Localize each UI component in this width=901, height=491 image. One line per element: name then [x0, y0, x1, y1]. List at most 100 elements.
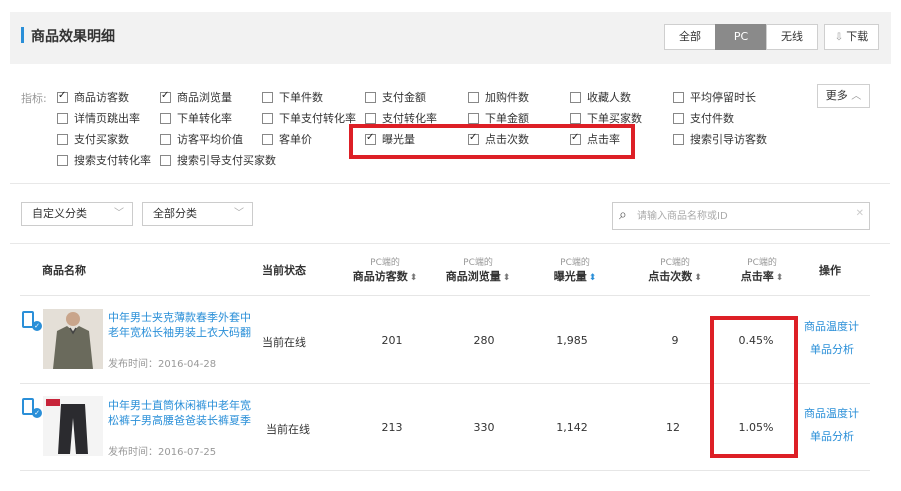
segment-wireless[interactable]: 无线	[766, 24, 818, 50]
row-divider	[20, 470, 870, 471]
publish-date: 发布时间：2016-07-25	[108, 447, 217, 458]
download-button[interactable]: ⇩ 下载	[824, 24, 879, 50]
checkbox-icon[interactable]	[262, 134, 273, 145]
sort-icon[interactable]: ⬍	[776, 273, 784, 283]
more-label: 更多	[825, 89, 848, 102]
checkbox-icon[interactable]	[160, 113, 171, 124]
page-header: 商品效果明细 全部 PC 无线 ⇩ 下载	[10, 12, 891, 64]
chevron-up-icon: ︿	[851, 91, 862, 102]
single-analysis-link[interactable]: 单品分析	[810, 428, 854, 444]
metric-checkbox[interactable]: 下单转化率	[160, 112, 232, 126]
checkbox-icon[interactable]	[262, 113, 273, 124]
segment-all[interactable]: 全部	[664, 24, 716, 50]
product-name-link[interactable]: 中年男士夹克薄款春季外套中老年宽松长袖男装上衣大码翻领爸	[108, 310, 256, 340]
product-thumbnail[interactable]	[43, 309, 103, 369]
status-cell: 当前在线	[266, 423, 310, 436]
metric-checkbox[interactable]: 访客平均价值	[160, 133, 243, 147]
highlight-box-metrics	[349, 124, 635, 159]
custom-category-dropdown[interactable]: 自定义分类 ﹀	[21, 202, 133, 226]
exposure-cell: 1,142	[556, 421, 588, 434]
checkbox-icon[interactable]	[468, 113, 479, 124]
segment-pc[interactable]: PC	[715, 24, 767, 50]
checkbox-icon[interactable]	[57, 113, 68, 124]
thermometer-link[interactable]: 商品温度计	[804, 405, 859, 421]
views-cell: 280	[473, 334, 495, 347]
metric-checkbox[interactable]: 收藏人数	[570, 91, 631, 105]
sort-icon[interactable]: ⬍	[589, 273, 597, 283]
download-icon: ⇩	[834, 32, 844, 43]
clicks-cell: 9	[671, 334, 679, 347]
checkbox-icon[interactable]	[468, 92, 479, 103]
row-divider	[20, 295, 870, 296]
checkbox-icon[interactable]	[160, 89, 171, 103]
product-search[interactable]: ⌕ ✕	[612, 202, 870, 230]
checkbox-icon[interactable]	[673, 92, 684, 103]
metric-checkbox[interactable]: 详情页跳出率	[57, 112, 140, 126]
column-header-views[interactable]: PC端的 商品浏览量 ⬍	[433, 255, 523, 284]
checkbox-icon[interactable]	[365, 92, 376, 103]
column-header-exposure[interactable]: PC端的 曝光量 ⬍	[530, 255, 620, 284]
search-icon: ⌕	[619, 207, 627, 223]
column-header-ctr[interactable]: PC端的 点击率 ⬍	[722, 255, 802, 284]
more-indicators-button[interactable]: 更多 ︿	[817, 84, 870, 108]
metric-checkbox[interactable]: 搜索支付转化率	[57, 154, 151, 168]
metric-checkbox[interactable]: 支付金额	[365, 91, 426, 105]
metric-checkbox[interactable]: 客单价	[262, 133, 312, 147]
page-title: 商品效果明细	[31, 29, 115, 45]
checkbox-icon[interactable]	[365, 113, 376, 124]
metric-checkbox[interactable]: 支付件数	[673, 112, 734, 126]
metric-checkbox[interactable]: 搜索引导访客数	[673, 133, 767, 147]
sort-icon[interactable]: ⬍	[503, 273, 511, 283]
chevron-down-icon: ﹀	[234, 208, 244, 219]
highlight-box-ctr	[710, 316, 798, 458]
product-name-link[interactable]: 中年男士直筒休闲裤中老年宽松裤子男高腰爸爸装长裤夏季男裤	[108, 398, 256, 428]
pc-device-icon: ✓	[22, 311, 42, 331]
pc-device-icon: ✓	[22, 398, 42, 418]
section-divider	[10, 183, 890, 184]
trousers-image	[43, 396, 103, 456]
metric-checkbox[interactable]: 下单件数	[262, 91, 323, 105]
column-header-actions: 操作	[819, 264, 841, 277]
search-input[interactable]	[637, 206, 857, 226]
sort-icon[interactable]: ⬍	[694, 273, 702, 283]
visitors-cell: 201	[381, 334, 403, 347]
clicks-cell: 12	[666, 421, 680, 434]
all-category-label: 全部分类	[153, 207, 197, 220]
metric-checkbox[interactable]: 平均停留时长	[673, 91, 756, 105]
exposure-cell: 1,985	[556, 334, 588, 347]
checkbox-icon[interactable]	[160, 134, 171, 145]
metric-checkbox[interactable]: 商品浏览量	[160, 89, 232, 105]
thermometer-link[interactable]: 商品温度计	[804, 318, 859, 334]
sort-icon[interactable]: ⬍	[410, 273, 418, 283]
single-analysis-link[interactable]: 单品分析	[810, 341, 854, 357]
checkbox-icon[interactable]	[673, 113, 684, 124]
checkbox-icon[interactable]	[262, 92, 273, 103]
checkbox-icon[interactable]	[570, 92, 581, 103]
column-header-status: 当前状态	[262, 264, 306, 277]
column-header-clicks[interactable]: PC端的 点击次数 ⬍	[630, 255, 720, 284]
checkbox-icon[interactable]	[57, 134, 68, 145]
metric-checkbox[interactable]: 加购件数	[468, 91, 529, 105]
views-cell: 330	[473, 421, 495, 434]
checkbox-icon[interactable]	[57, 155, 68, 166]
metric-checkbox[interactable]: 下单支付转化率	[262, 112, 356, 126]
column-header-visitors[interactable]: PC端的 商品访客数 ⬍	[340, 255, 430, 284]
checkbox-icon[interactable]	[57, 89, 68, 103]
clear-icon[interactable]: ✕	[856, 208, 864, 219]
publish-date: 发布时间：2016-04-28	[108, 359, 217, 370]
product-thumbnail[interactable]	[43, 396, 103, 456]
status-cell: 当前在线	[262, 336, 306, 349]
title-accent-bar	[21, 27, 24, 43]
checkbox-icon[interactable]	[160, 155, 171, 166]
all-category-dropdown[interactable]: 全部分类 ﹀	[142, 202, 253, 226]
column-header-name: 商品名称	[42, 264, 86, 277]
metric-checkbox[interactable]: 支付买家数	[57, 133, 129, 147]
jacket-image	[43, 309, 103, 369]
checkbox-icon[interactable]	[570, 113, 581, 124]
visitors-cell: 213	[381, 421, 403, 434]
chevron-down-icon: ﹀	[114, 208, 124, 219]
metric-checkbox[interactable]: 商品访客数	[57, 89, 129, 105]
metric-checkbox[interactable]: 搜索引导支付买家数	[160, 154, 276, 168]
checkbox-icon[interactable]	[673, 134, 684, 145]
custom-category-label: 自定义分类	[32, 207, 87, 220]
